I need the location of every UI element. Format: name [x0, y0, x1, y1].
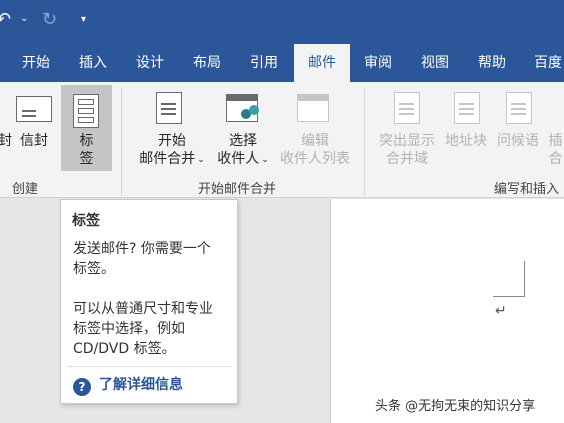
- tab-mailings[interactable]: 邮件: [294, 44, 350, 82]
- page-margin-corner: [493, 261, 525, 297]
- help-icon: ?: [73, 378, 91, 396]
- tooltip-line: 标签。: [73, 261, 115, 277]
- chevron-down-icon: ⌄: [261, 155, 269, 165]
- tab-layout[interactable]: 布局: [178, 44, 236, 82]
- select-recipients-line1: 选择: [229, 133, 257, 149]
- group-create-label: 创建: [12, 182, 39, 197]
- undo-dropdown-icon[interactable]: ⌄: [20, 14, 28, 24]
- undo-icon[interactable]: ↶: [0, 11, 11, 29]
- insert-line1: 插: [548, 133, 563, 149]
- group-separator: [121, 88, 122, 196]
- greeting-line-label: 问候语: [497, 133, 539, 149]
- labels-text: 标 签: [61, 132, 112, 168]
- address-block-icon: [454, 92, 480, 124]
- select-recipients-icon: [226, 94, 259, 123]
- tooltip-line: 标签中选择，例如: [73, 321, 185, 337]
- tooltip-title: 标签: [72, 213, 100, 229]
- insert-line2: 合: [548, 151, 563, 167]
- start-merge-line1: 开始: [158, 133, 186, 149]
- watermark-text: 头条 @无拘无束的知识分享: [375, 399, 536, 414]
- tab-view[interactable]: 视图: [406, 44, 464, 82]
- tab-baidu[interactable]: 百度: [520, 44, 564, 82]
- labels-icon: [73, 94, 99, 128]
- labels-line1: 标: [79, 133, 94, 149]
- document-page[interactable]: ↵ 头条 @无拘无束的知识分享: [330, 199, 564, 423]
- envelopes-button[interactable]: 信封: [16, 132, 52, 150]
- ribbon: 封 信封 标 签 创建 开始 邮件合并 ⌄ 选择 收件人 ⌄ 编辑 收件人列表 开始…: [0, 82, 564, 198]
- tooltip-line: 发送邮件? 你需要一个: [73, 241, 211, 257]
- group-write-insert-label: 编写和插入: [494, 182, 560, 197]
- redo-icon: ↻: [42, 9, 58, 30]
- select-recipients-line2: 收件人: [217, 151, 260, 167]
- people-icon: [241, 105, 259, 123]
- tooltip-divider: [67, 366, 231, 367]
- edit-list-line2: 收件人列表: [280, 151, 350, 167]
- select-recipients-button[interactable]: 选择 收件人 ⌄: [212, 132, 274, 169]
- start-mail-merge-icon: [156, 92, 182, 124]
- tooltip-line: 可以从普通尺寸和专业: [73, 301, 213, 317]
- insert-merge-field-button: 插 合: [547, 132, 564, 168]
- envelopes-label: 信封: [20, 133, 48, 149]
- greeting-line-button: 问候语: [493, 132, 543, 150]
- tab-home[interactable]: 开始: [2, 44, 70, 82]
- chevron-down-icon: ⌄: [197, 155, 205, 165]
- quick-access-toolbar: ↶ ⌄ ↻ ▾: [0, 0, 564, 44]
- group-start-merge-label: 开始邮件合并: [198, 182, 277, 197]
- highlight-line2: 合并域: [386, 151, 428, 167]
- envelope-button[interactable]: 封: [0, 132, 14, 150]
- address-block-label: 地址块: [445, 133, 487, 149]
- address-block-button: 地址块: [441, 132, 491, 150]
- greeting-line-icon: [506, 92, 532, 124]
- tooltip-line: CD/DVD 标签。: [73, 341, 176, 357]
- learn-more-label: 了解详细信息: [99, 377, 183, 393]
- paragraph-mark: ↵: [495, 303, 507, 319]
- group-separator: [364, 88, 365, 196]
- envelopes-icon: [16, 96, 52, 122]
- edit-recipient-list-icon: [297, 94, 329, 122]
- highlight-merge-fields-button: 突出显示 合并域: [374, 132, 440, 168]
- labels-tooltip: 标签 发送邮件? 你需要一个 标签。 可以从普通尺寸和专业 标签中选择，例如 C…: [60, 199, 238, 404]
- ribbon-tabs: 开始 插入 设计 布局 引用 邮件 审阅 视图 帮助 百度: [0, 44, 564, 82]
- tab-help[interactable]: 帮助: [463, 44, 521, 82]
- highlight-line1: 突出显示: [379, 133, 435, 149]
- tab-references[interactable]: 引用: [235, 44, 293, 82]
- highlight-merge-fields-icon: [394, 92, 420, 124]
- edit-recipient-list-button: 编辑 收件人列表: [276, 132, 354, 168]
- labels-line2: 签: [79, 151, 94, 167]
- start-mail-merge-button[interactable]: 开始 邮件合并 ⌄: [134, 132, 210, 169]
- tooltip-body: 发送邮件? 你需要一个 标签。 可以从普通尺寸和专业 标签中选择，例如 CD/D…: [73, 239, 233, 359]
- envelope-label: 封: [0, 133, 12, 149]
- customize-toolbar-icon[interactable]: ▾: [81, 15, 86, 25]
- learn-more-link[interactable]: ? 了解详细信息: [73, 374, 183, 396]
- start-merge-line2: 邮件合并: [139, 151, 196, 167]
- edit-list-line1: 编辑: [301, 133, 329, 149]
- tab-review[interactable]: 审阅: [350, 44, 406, 82]
- tab-design[interactable]: 设计: [121, 44, 179, 82]
- tab-insert[interactable]: 插入: [64, 44, 122, 82]
